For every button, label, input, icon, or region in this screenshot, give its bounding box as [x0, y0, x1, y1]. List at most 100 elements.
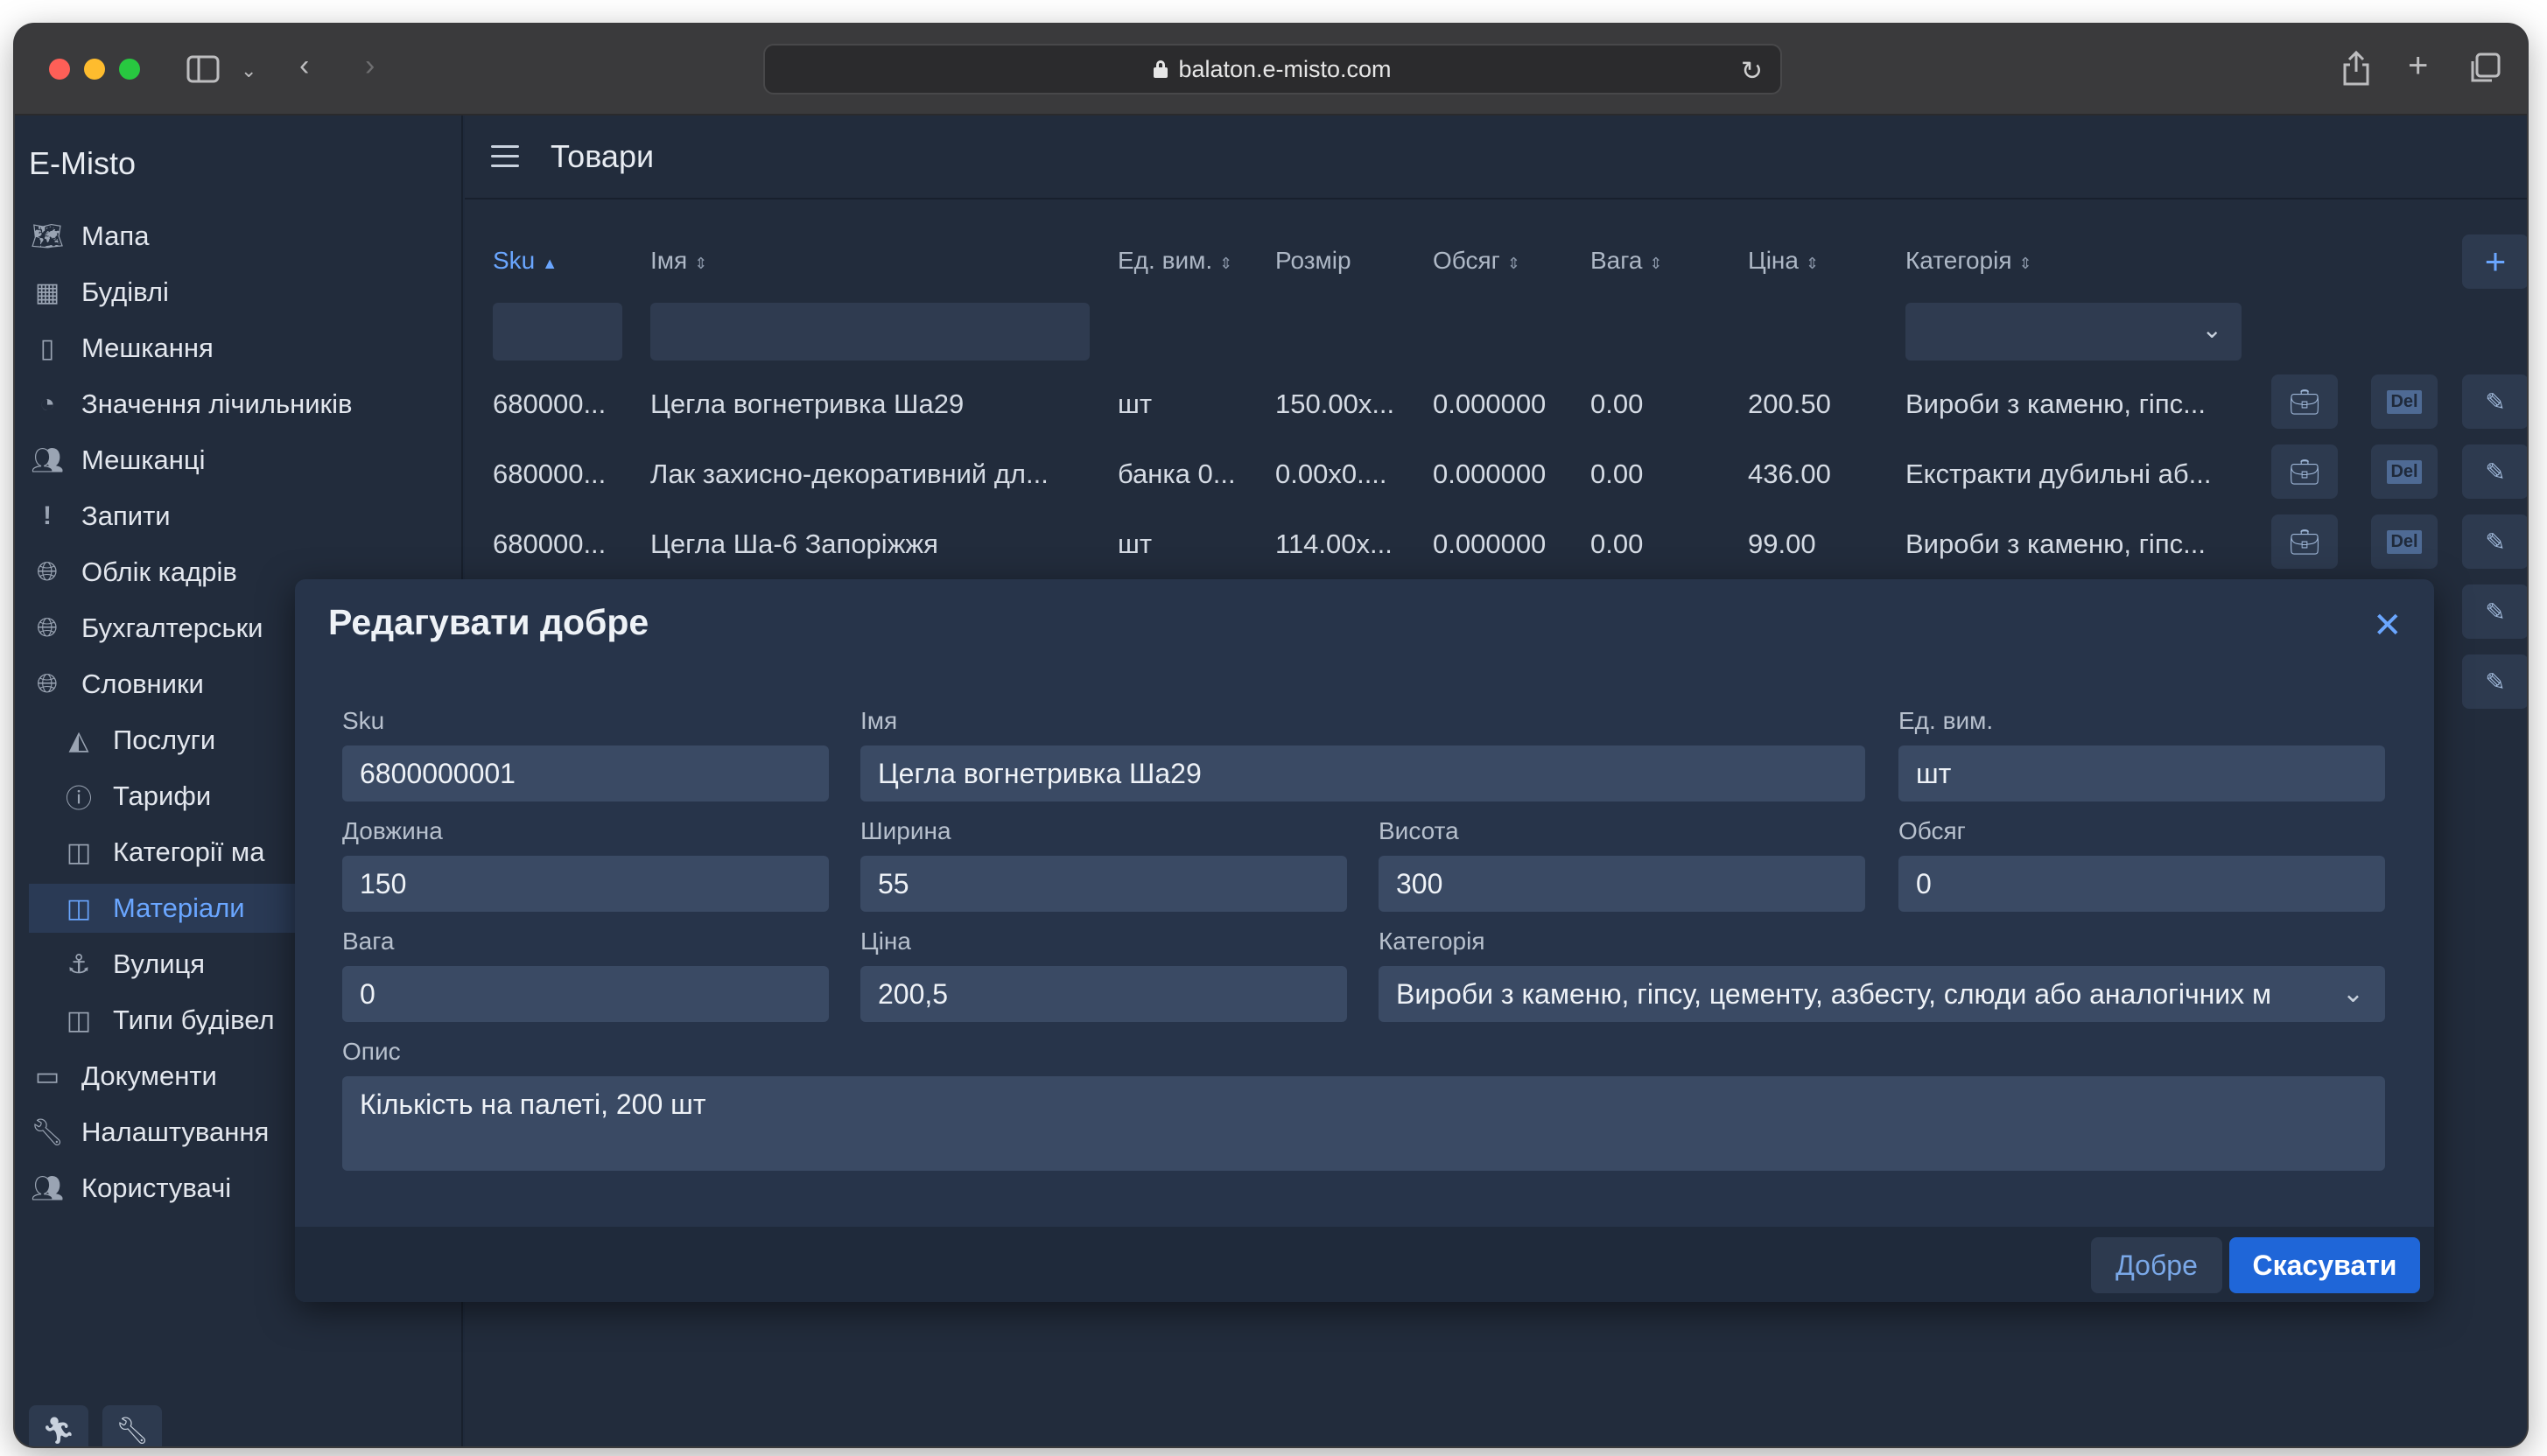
tabs-overview-icon[interactable]	[2469, 52, 2501, 89]
edit-icon: ✎	[2485, 388, 2506, 416]
plus-icon: +	[2484, 241, 2507, 282]
height-input[interactable]: 300	[1379, 856, 1865, 912]
weight-input[interactable]: 0	[342, 966, 829, 1022]
tools-button[interactable]: 🔧︎	[102, 1405, 162, 1446]
column-header-price[interactable]: Ціна ⇕	[1748, 247, 1819, 275]
sku-filter-input[interactable]	[493, 303, 622, 360]
edit-button[interactable]: ✎	[2462, 584, 2527, 639]
description-textarea[interactable]: Кількість на палеті, 200 шт	[342, 1076, 2385, 1171]
table-cell: 0.000000	[1433, 388, 1547, 419]
globe-icon: 🌐︎	[37, 613, 58, 642]
edit-button[interactable]: ✎	[2462, 374, 2527, 429]
sort-icon: ⇕	[2018, 255, 2032, 272]
sort-asc-icon: ▲	[542, 255, 558, 272]
name-label: Імя	[860, 707, 898, 734]
category-filter-select[interactable]: ⌄	[1905, 303, 2242, 360]
anchor-icon: ⚓︎	[67, 949, 91, 979]
edit-button[interactable]: ✎	[2462, 444, 2527, 499]
delete-button[interactable]: Del	[2371, 374, 2438, 429]
sidebar-item-dwellings[interactable]: ▯ Мешкання	[29, 324, 458, 373]
table-cell: Цегла Ша-6 Запоріжжя	[650, 528, 938, 559]
page-title: Товари	[551, 138, 655, 174]
address-bar[interactable]: balaton.e-misto.com ↻	[763, 44, 1782, 94]
table-cell: 0.00x0....	[1275, 458, 1387, 489]
globe-icon: 🌐︎	[37, 557, 58, 586]
delete-icon: Del	[2387, 459, 2422, 484]
briefcase-button[interactable]: 💼︎	[2271, 444, 2338, 499]
width-label: Ширина	[860, 817, 951, 844]
price-input[interactable]: 200,5	[860, 966, 1347, 1022]
column-header-volume[interactable]: Обсяг ⇕	[1433, 247, 1520, 275]
name-filter-input[interactable]	[650, 303, 1090, 360]
width-input[interactable]: 55	[860, 856, 1347, 912]
menu-icon[interactable]	[491, 145, 519, 168]
length-label: Довжина	[342, 817, 443, 844]
price-label: Ціна	[860, 928, 911, 955]
ok-button[interactable]: Добре	[2091, 1237, 2222, 1293]
sort-icon: ⇕	[1219, 255, 1233, 272]
lock-icon	[1154, 60, 1168, 78]
sidebar-toggle-icon[interactable]	[186, 54, 220, 89]
sidebar-item-requests[interactable]: ! Запити	[29, 492, 458, 541]
reload-icon[interactable]: ↻	[1741, 56, 1763, 87]
minimize-window-button[interactable]	[84, 59, 105, 80]
sidebar-item-map[interactable]: 🗺︎ Мапа	[29, 212, 458, 261]
unit-input[interactable]: шт	[1898, 746, 2385, 802]
building-icon: ▦	[34, 277, 60, 307]
delete-button[interactable]: Del	[2371, 514, 2438, 569]
map-icon: 🗺︎	[30, 221, 65, 251]
table-cell: банка 0...	[1118, 458, 1236, 489]
maximize-window-button[interactable]	[119, 59, 140, 80]
sort-icon: ⇕	[1506, 255, 1520, 272]
height-label: Висота	[1379, 817, 1459, 844]
delete-button[interactable]: Del	[2371, 444, 2438, 499]
sidebar-item-residents[interactable]: 👥︎ Мешканці	[29, 436, 458, 485]
sidebar-item-meter-readings[interactable]: ◔ Значення лічильників	[29, 380, 458, 429]
table-cell: 680000...	[493, 528, 607, 559]
column-header-size: Розмір	[1275, 247, 1351, 274]
briefcase-button[interactable]: 💼︎	[2271, 514, 2338, 569]
chevron-down-icon: ⌄	[2341, 979, 2364, 1008]
table-cell: 680000...	[493, 388, 607, 419]
briefcase-icon: 💼︎	[2289, 388, 2320, 416]
edit-icon: ✎	[2485, 598, 2506, 626]
close-icon[interactable]: ✕	[2373, 606, 2403, 646]
briefcase-button[interactable]: 💼︎	[2271, 374, 2338, 429]
table-cell: 680000...	[493, 458, 607, 489]
briefcase-icon: 💼︎	[2289, 528, 2320, 556]
table-cell: 0.000000	[1433, 458, 1547, 489]
run-button[interactable]: 🏃︎	[29, 1405, 88, 1446]
new-tab-icon[interactable]: +	[2408, 48, 2428, 83]
delete-icon: Del	[2387, 529, 2422, 554]
column-header-weight[interactable]: Вага ⇕	[1590, 247, 1663, 275]
volume-input[interactable]: 0	[1898, 856, 2385, 912]
browser-window: ⌄ ‹ › balaton.e-misto.com ↻ + E-Misto 🗺︎…	[15, 24, 2527, 1446]
table-cell: 0.00	[1590, 528, 1644, 559]
back-icon[interactable]: ‹	[299, 51, 309, 80]
table-cell: шт	[1118, 528, 1153, 559]
table-cell: 150.00x...	[1275, 388, 1395, 419]
app-brand: E-Misto	[29, 145, 137, 181]
column-header-sku[interactable]: Sku ▲	[493, 247, 558, 275]
delete-icon: Del	[2387, 389, 2422, 414]
close-window-button[interactable]	[49, 59, 70, 80]
name-input[interactable]: Цегла вогнетривка Ша29	[860, 746, 1865, 802]
column-header-unit[interactable]: Ед. вим. ⇕	[1118, 247, 1232, 275]
column-header-category[interactable]: Категорія ⇕	[1905, 247, 2032, 275]
edit-icon: ✎	[2485, 668, 2506, 696]
forward-icon[interactable]: ›	[365, 51, 375, 80]
edit-button[interactable]: ✎	[2462, 514, 2527, 569]
category-select-value: Вироби з каменю, гіпсу, цементу, азбесту…	[1396, 977, 2272, 1010]
description-label: Опис	[342, 1038, 401, 1065]
column-header-name[interactable]: Імя ⇕	[650, 247, 707, 275]
add-item-button[interactable]: +	[2462, 234, 2527, 289]
cancel-button[interactable]: Скасувати	[2229, 1237, 2420, 1293]
sidebar-item-buildings[interactable]: ▦ Будівлі	[29, 268, 458, 317]
length-input[interactable]: 150	[342, 856, 829, 912]
category-select[interactable]: Вироби з каменю, гіпсу, цементу, азбесту…	[1379, 966, 2385, 1022]
sort-icon: ⇕	[1805, 255, 1820, 272]
edit-button[interactable]: ✎	[2462, 654, 2527, 709]
sku-input[interactable]: 6800000001	[342, 746, 829, 802]
share-icon[interactable]	[2341, 50, 2371, 91]
chevron-down-icon[interactable]: ⌄	[241, 56, 256, 86]
